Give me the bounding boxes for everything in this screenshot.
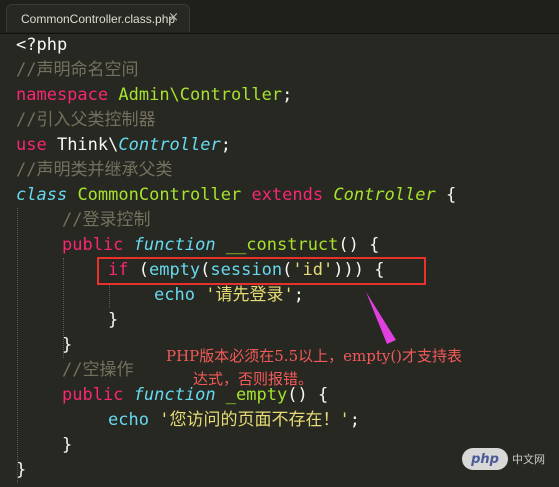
arrow-icon — [366, 292, 396, 344]
annotation-text-continued: 达式，否则报错。 — [193, 370, 314, 388]
php-logo-icon: php — [462, 448, 508, 470]
watermark-text: 中文网 — [512, 453, 545, 466]
watermark: php 中文网 — [462, 446, 545, 472]
annotation-text: PHP版本必须在5.5以上，empty()才支持表 — [166, 347, 463, 365]
